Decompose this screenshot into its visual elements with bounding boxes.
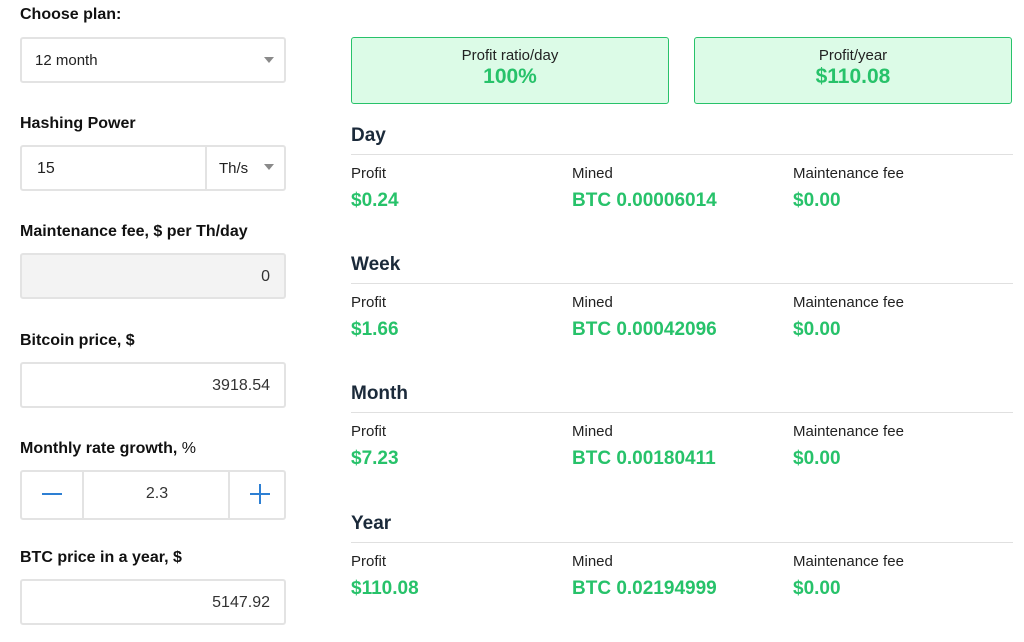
hashing-power-input[interactable]: 15	[37, 160, 55, 178]
profit-label: Profit	[351, 553, 387, 570]
mined-column: Mined BTC 0.00180411	[572, 423, 716, 470]
profit-value: $0.24	[351, 190, 399, 211]
profit-year-label: Profit/year	[818, 47, 888, 64]
maintenance-fee-label: Maintenance fee, $ per Th/day	[20, 223, 248, 240]
chevron-down-icon	[264, 57, 274, 63]
fee-label: Maintenance fee	[793, 294, 904, 311]
profit-label: Profit	[351, 423, 387, 440]
fee-value: $0.00	[793, 319, 841, 340]
mined-label: Mined	[572, 423, 613, 440]
fee-label: Maintenance fee	[793, 423, 904, 440]
profit-ratio-value: 100%	[483, 65, 537, 88]
fee-label: Maintenance fee	[793, 553, 904, 570]
period-section-month: Month Profit $7.23 Mined BTC 0.00180411 …	[351, 383, 1013, 469]
fee-label: Maintenance fee	[793, 165, 904, 182]
mined-value: BTC 0.00006014	[572, 190, 717, 211]
bitcoin-price-value: 3918.54	[212, 377, 270, 394]
chevron-down-icon	[264, 164, 274, 170]
fee-column: Maintenance fee $0.00	[793, 165, 904, 212]
monthly-growth-label: Monthly rate growth, %	[20, 440, 196, 458]
mined-value: BTC 0.02194999	[572, 578, 717, 599]
mined-label: Mined	[572, 165, 613, 182]
period-section-year: Year Profit $110.08 Mined BTC 0.02194999…	[351, 513, 1013, 599]
mined-label: Mined	[572, 553, 613, 570]
mined-value: BTC 0.00042096	[572, 319, 717, 340]
profit-ratio-card: Profit ratio/day 100%	[351, 37, 669, 104]
fee-column: Maintenance fee $0.00	[793, 294, 904, 341]
profit-value: $1.66	[351, 319, 399, 340]
fee-value: $0.00	[793, 190, 841, 211]
profit-value: $110.08	[351, 578, 419, 599]
section-title: Month	[351, 383, 408, 404]
mined-column: Mined BTC 0.00006014	[572, 165, 717, 212]
divider	[351, 412, 1013, 413]
period-section-day: Day Profit $0.24 Mined BTC 0.00006014 Ma…	[351, 125, 1013, 211]
btc-year-price-value: 5147.92	[212, 594, 270, 611]
profit-year-value: $110.08	[815, 65, 891, 88]
monthly-growth-input[interactable]: 2.3	[84, 485, 230, 503]
btc-year-price-label: BTC price in a year, $	[20, 549, 182, 566]
plus-icon-vertical	[259, 484, 261, 504]
percent-sign: %	[181, 440, 197, 457]
divider	[351, 542, 1013, 543]
monthly-growth-label-text: Monthly rate growth,	[20, 440, 178, 457]
fee-value: $0.00	[793, 448, 841, 469]
increment-button[interactable]	[230, 472, 290, 518]
maintenance-fee-value: 0	[261, 268, 270, 285]
section-title: Week	[351, 254, 401, 275]
maintenance-fee-input: 0	[20, 253, 286, 299]
plan-select-value: 12 month	[35, 52, 98, 69]
hashing-unit-select[interactable]: Th/s	[219, 160, 248, 177]
profit-column: Profit $7.23	[351, 423, 399, 470]
fee-column: Maintenance fee $0.00	[793, 423, 904, 470]
section-title: Year	[351, 513, 392, 534]
period-section-week: Week Profit $1.66 Mined BTC 0.00042096 M…	[351, 254, 1013, 340]
profit-value: $7.23	[351, 448, 399, 469]
mined-value: BTC 0.00180411	[572, 448, 716, 469]
profit-ratio-label: Profit ratio/day	[461, 47, 559, 64]
profit-column: Profit $110.08	[351, 553, 419, 600]
decrement-button[interactable]	[22, 472, 82, 518]
fee-column: Maintenance fee $0.00	[793, 553, 904, 600]
btc-year-price-input[interactable]: 5147.92	[20, 579, 286, 625]
mined-column: Mined BTC 0.00042096	[572, 294, 717, 341]
hashing-power-group: 15 Th/s	[20, 145, 286, 191]
profit-column: Profit $0.24	[351, 165, 399, 212]
profit-label: Profit	[351, 294, 387, 311]
monthly-growth-stepper: 2.3	[20, 470, 286, 520]
mined-label: Mined	[572, 294, 613, 311]
choose-plan-label: Choose plan:	[20, 6, 122, 23]
bitcoin-price-label: Bitcoin price, $	[20, 332, 135, 349]
fee-value: $0.00	[793, 578, 841, 599]
minus-icon	[42, 493, 62, 495]
mined-column: Mined BTC 0.02194999	[572, 553, 717, 600]
profit-label: Profit	[351, 165, 387, 182]
section-title: Day	[351, 125, 386, 146]
profit-column: Profit $1.66	[351, 294, 399, 341]
profit-year-card: Profit/year $110.08	[694, 37, 1012, 104]
divider	[205, 147, 207, 189]
hashing-power-label: Hashing Power	[20, 115, 136, 132]
divider	[351, 283, 1013, 284]
bitcoin-price-input[interactable]: 3918.54	[20, 362, 286, 408]
divider	[351, 154, 1013, 155]
plan-select[interactable]: 12 month	[20, 37, 286, 83]
